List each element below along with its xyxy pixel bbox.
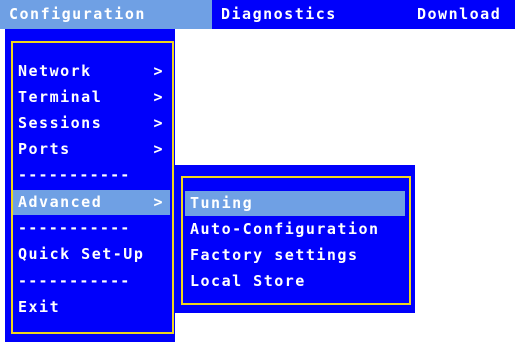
menu-item-ports[interactable]: Ports > [13,137,170,162]
menu-item-label: Quick Set-Up [18,245,145,263]
configuration-dropdown: Network > Terminal > Sessions > Ports > … [5,29,175,342]
submenu-item-factory-settings[interactable]: Factory settings [185,243,405,268]
menu-item-network[interactable]: Network > [13,59,170,84]
chevron-right-icon: > [153,62,164,80]
menu-item-sessions[interactable]: Sessions > [13,111,170,136]
advanced-submenu: Tuning Auto-Configuration Factory settin… [175,165,415,313]
menu-separator: ----------- [18,219,131,237]
chevron-right-icon: > [153,88,164,106]
menu-item-terminal[interactable]: Terminal > [13,85,170,110]
chevron-right-icon: > [153,193,164,211]
menu-separator: ----------- [18,272,131,290]
menu-item-label: Sessions [18,114,103,132]
menu-separator: ----------- [18,166,131,184]
chevron-right-icon: > [153,114,164,132]
menu-item-quick-set-up[interactable]: Quick Set-Up [13,242,170,267]
menu-diagnostics[interactable]: Diagnostics [212,0,392,29]
chevron-right-icon: > [153,140,164,158]
menu-item-label: Exit [18,298,61,316]
menu-item-label: Network [18,62,92,80]
submenu-item-local-store[interactable]: Local Store [185,269,405,294]
menu-item-label: Advanced [18,193,103,211]
menu-item-label: Ports [18,140,71,158]
submenu-item-auto-configuration[interactable]: Auto-Configuration [185,217,405,242]
menu-bar: Configuration Diagnostics Download [0,0,515,29]
submenu-item-tuning[interactable]: Tuning [185,191,405,216]
menu-item-label: Terminal [18,88,103,106]
menu-item-advanced[interactable]: Advanced > [13,190,170,215]
menu-configuration[interactable]: Configuration [0,0,212,29]
menu-download[interactable]: Download [408,0,515,29]
menu-item-exit[interactable]: Exit [13,295,170,320]
